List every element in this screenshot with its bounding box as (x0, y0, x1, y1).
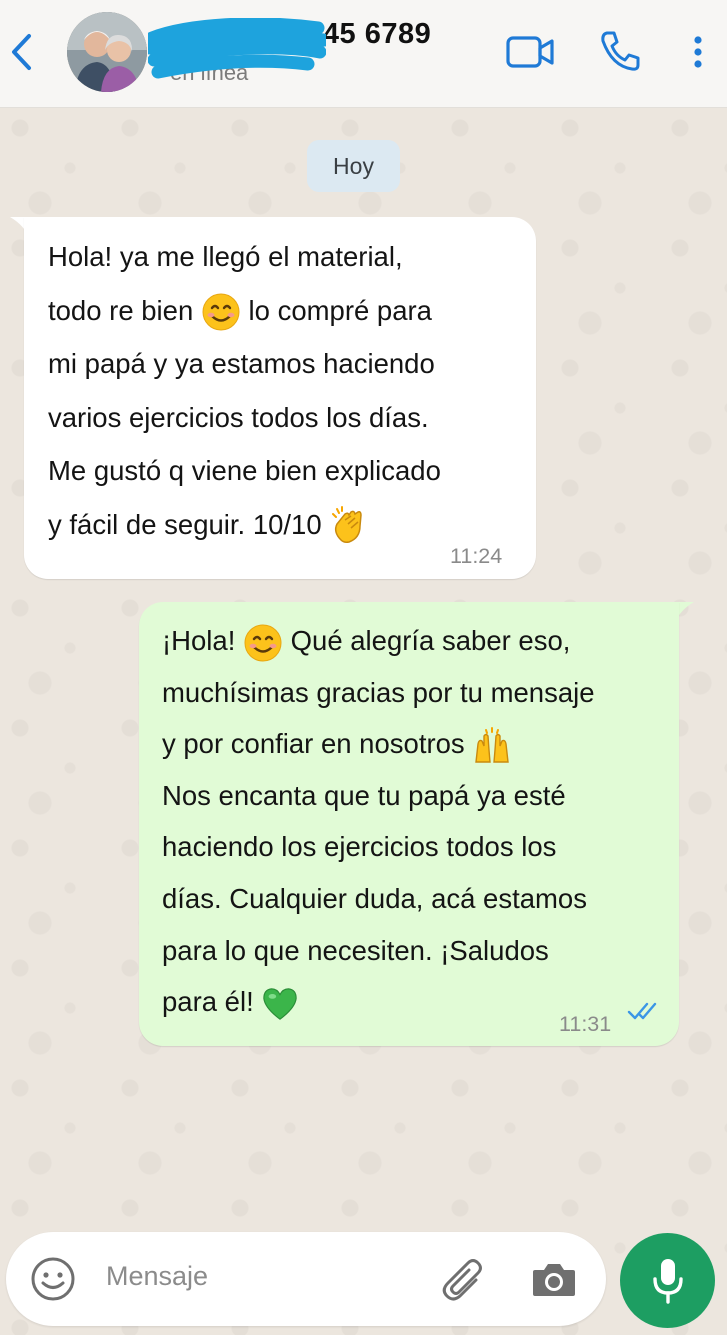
message-line: Hola! ya me llegó el material, (48, 241, 403, 272)
message-line: Nos encanta que tu papá ya esté (162, 779, 566, 811)
message-line: días. Cualquier duda, acá estamos (162, 882, 587, 914)
more-vertical-icon (694, 36, 702, 68)
message-line-with-emoji: y por confiar en nosotros (162, 718, 679, 770)
paperclip-icon[interactable] (442, 1258, 490, 1302)
smiling-face-emoji-icon (202, 293, 240, 331)
message-composer[interactable]: Mensaje (6, 1232, 606, 1326)
chat-header: +54 9 11 2345 6789 en línea (0, 0, 727, 108)
message-text: Qué alegría saber eso, (290, 625, 571, 656)
voice-message-button[interactable] (620, 1233, 715, 1328)
chevron-left-icon (12, 34, 31, 70)
message-line-with-emoji: ¡Hola! Qué alegría saber eso, (162, 615, 679, 667)
message-text: todo re bien (48, 294, 194, 326)
incoming-message[interactable]: Hola! ya me llegó el material, todo re b… (24, 217, 536, 579)
camera-icon[interactable] (531, 1260, 577, 1300)
message-text: ¡Hola! (162, 625, 236, 656)
date-separator: Hoy (307, 140, 400, 192)
message-line: haciendo los ejercicios todos los (162, 831, 557, 863)
message-text: y por confiar en nosotros (162, 728, 465, 760)
video-camera-icon (506, 36, 554, 68)
phone-icon (601, 31, 640, 71)
avatar-photo (67, 12, 147, 92)
redaction-scribble (148, 18, 326, 79)
raising-hands-emoji-icon (475, 726, 510, 763)
message-line: muchísimas gracias por tu mensaje (162, 676, 595, 708)
green-heart-emoji-icon (263, 988, 298, 1020)
contact-avatar[interactable] (67, 12, 147, 92)
message-text: para él! (162, 986, 254, 1018)
read-receipt-icon (627, 1002, 657, 1020)
message-line: mi papá y ya estamos haciendo (48, 348, 435, 379)
message-text: y fácil de seguir. 10/10 (48, 508, 322, 540)
outgoing-message[interactable]: ¡Hola! Qué alegría saber eso, muchísimas… (139, 602, 679, 1046)
message-text: lo compré para (248, 294, 432, 326)
voice-call-button[interactable] (595, 26, 645, 76)
message-line: para lo que necesiten. ¡Saludos (162, 934, 549, 966)
emoji-icon[interactable] (30, 1256, 76, 1302)
menu-button[interactable] (686, 32, 710, 72)
smiling-face-emoji-icon (244, 624, 282, 662)
message-timestamp: 11:31 (559, 1012, 612, 1036)
message-input[interactable]: Mensaje (106, 1261, 208, 1292)
back-button[interactable] (6, 30, 36, 74)
video-call-button[interactable] (503, 30, 557, 74)
message-timestamp: 11:24 (450, 544, 503, 568)
message-line: varios ejercicios todos los días. (48, 401, 429, 433)
microphone-icon (652, 1258, 683, 1304)
message-line: Me gustó q viene bien explicado (48, 455, 441, 486)
clapping-hands-emoji-icon (332, 506, 363, 544)
message-line-with-emoji: todo re bien lo compré para (48, 284, 536, 338)
